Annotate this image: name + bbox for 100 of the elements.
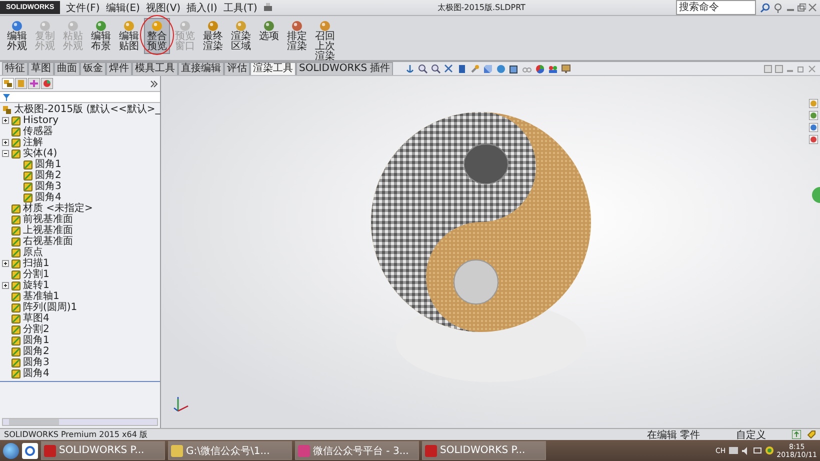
chevron-icon[interactable]	[150, 80, 158, 88]
tile-icon[interactable]	[764, 64, 772, 72]
close-icon[interactable]	[808, 3, 817, 12]
tree-item[interactable]: 原点	[23, 247, 43, 258]
tab[interactable]: 焊件	[106, 62, 132, 75]
feature-icon	[11, 126, 21, 136]
tile-icon[interactable]	[775, 64, 783, 72]
ball-icon	[95, 20, 107, 32]
tree-item[interactable]: History	[23, 115, 59, 126]
collapse-icon[interactable]	[2, 150, 9, 157]
zoom-icon[interactable]	[418, 64, 428, 74]
tab[interactable]: 草图	[28, 62, 54, 75]
tab[interactable]: 模具工具	[132, 62, 178, 75]
tree-item[interactable]: 基准轴1	[23, 291, 60, 302]
toolbar-button[interactable]: 选项	[256, 18, 282, 44]
units-selector[interactable]: 自定义	[736, 428, 766, 442]
tree-item[interactable]: 前视基准面	[23, 214, 73, 225]
taskbar-item[interactable]: SOLIDWORKS P...	[41, 441, 165, 460]
expand-icon[interactable]	[2, 282, 9, 289]
tab[interactable]: 特征	[2, 62, 28, 75]
tree-item[interactable]: 分割2	[23, 324, 50, 335]
menu-item[interactable]: 编辑(E)	[104, 0, 142, 14]
tree-item[interactable]: 圆角3	[23, 357, 50, 368]
close-icon[interactable]	[808, 64, 816, 72]
anchor-icon[interactable]	[405, 64, 416, 74]
tree-item[interactable]: 太极图-2015版 (默认<<默认>_	[14, 104, 160, 115]
ball-icon	[291, 20, 303, 32]
tree-item[interactable]: 圆角2	[23, 346, 50, 357]
expand-icon[interactable]	[2, 260, 9, 267]
menu-item[interactable]: 插入(I)	[184, 0, 220, 14]
feature-icon	[11, 258, 21, 268]
feature-icon	[11, 346, 21, 356]
toolbar-button[interactable]: 整合预览	[144, 18, 170, 54]
tree-item[interactable]: 分割1	[23, 269, 50, 280]
part-icon	[2, 104, 12, 114]
window-title: 太极图-2015版.SLDPRT	[437, 2, 526, 13]
feature-icon	[11, 302, 21, 312]
toolbar-button[interactable]: 编辑外观	[4, 18, 30, 54]
toolbar-button[interactable]: 编辑贴图	[116, 18, 142, 54]
status-text: 在编辑 零件	[646, 428, 700, 442]
tab[interactable]: SOLIDWORKS 插件	[296, 62, 394, 75]
horizontal-scrollbar[interactable]	[2, 418, 158, 426]
rebuild-icon[interactable]	[792, 430, 801, 439]
cube-icon[interactable]	[483, 64, 494, 74]
feature-icon	[11, 270, 21, 280]
feature-icon	[11, 204, 21, 214]
tab[interactable]: 渲染工具	[250, 62, 296, 75]
help-icon[interactable]	[774, 2, 782, 12]
people-icon[interactable]	[548, 64, 558, 74]
restore-icon[interactable]	[797, 64, 805, 72]
feature-icon	[11, 280, 21, 290]
box-icon[interactable]	[509, 64, 520, 74]
tree-item[interactable]: 草图4	[23, 313, 50, 324]
ball-icon	[67, 20, 79, 32]
filter-icon[interactable]	[2, 92, 11, 102]
tree-item[interactable]: 圆角1	[23, 335, 50, 346]
feature-icon	[11, 314, 21, 324]
expand-icon[interactable]	[2, 117, 9, 124]
tab[interactable]: 曲面	[54, 62, 80, 75]
tree-item[interactable]: 上视基准面	[23, 225, 73, 236]
tree-item[interactable]: 圆角4	[35, 192, 62, 203]
monitor-icon[interactable]	[561, 64, 572, 74]
printer-icon[interactable]	[263, 3, 274, 12]
menu-item[interactable]: 文件(F)	[64, 0, 102, 14]
taskbar-item[interactable]: G:\微信公众号\1...	[168, 441, 292, 460]
tree-item[interactable]: 圆角3	[35, 181, 62, 192]
taskbar-item[interactable]: 微信公众号平台 - 3...	[295, 441, 419, 460]
search-field[interactable]: 搜索命令	[676, 0, 756, 15]
start-button[interactable]	[3, 442, 19, 458]
search-icon[interactable]	[760, 2, 770, 12]
tab[interactable]: 直接编辑	[178, 62, 224, 75]
tree-item[interactable]: 阵列(圆周)1	[23, 302, 78, 313]
tree-item[interactable]: 材质 <未指定>	[23, 203, 93, 214]
ball-icon	[263, 20, 275, 32]
toolbar-button[interactable]: 排定渲染	[284, 18, 310, 54]
speaker-icon[interactable]	[740, 446, 750, 454]
expand-icon[interactable]	[2, 139, 9, 146]
toolbar-button[interactable]: 最终渲染	[200, 18, 226, 54]
menu-item[interactable]: 视图(V)	[144, 0, 183, 14]
tree-item[interactable]: 圆角1	[35, 159, 62, 170]
tab[interactable]: 评估	[224, 62, 250, 75]
toolbar-button[interactable]: 编辑布景	[88, 18, 114, 54]
color-ball-icon[interactable]	[41, 78, 53, 89]
tree-item[interactable]: 传感器	[23, 126, 53, 137]
feature-icon	[11, 324, 21, 334]
menu-item[interactable]: 工具(T)	[221, 0, 260, 14]
tree-item[interactable]: 右视基准面	[23, 236, 73, 247]
tree-item[interactable]: 旋转1	[23, 280, 50, 291]
tree-item[interactable]: 实体(4)	[23, 148, 58, 159]
crosshair-icon[interactable]	[28, 78, 40, 89]
tab[interactable]: 钣金	[80, 62, 106, 75]
zoom-icon[interactable]	[431, 64, 442, 74]
tree-item[interactable]: 注解	[23, 137, 43, 148]
taskbar-item[interactable]: SOLIDWORKS P...	[422, 441, 546, 460]
tree-item[interactable]: 圆角2	[35, 170, 62, 181]
tree-item[interactable]: 扫描1	[23, 258, 50, 269]
tree-item[interactable]: 圆角4	[23, 368, 50, 379]
toolbar-button[interactable]: 渲染区域	[228, 18, 254, 54]
restore-icon[interactable]	[797, 3, 806, 12]
tree-icon[interactable]	[2, 78, 14, 89]
